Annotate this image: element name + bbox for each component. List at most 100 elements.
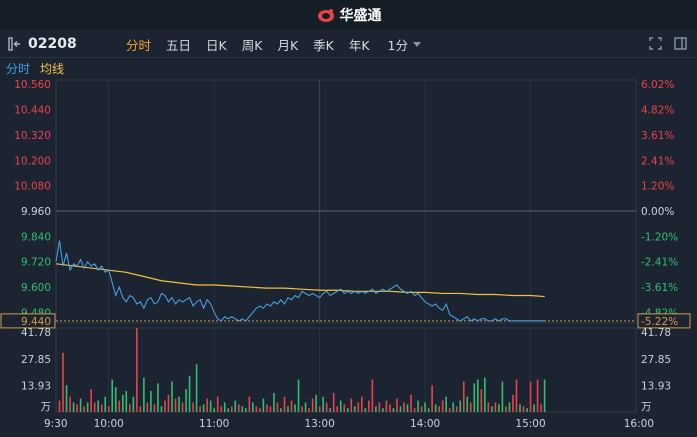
volume-bar [543,379,546,412]
volume-bar [248,396,251,412]
percent-tick-label: 6.02% [641,79,674,91]
volume-bar [445,396,447,412]
volume-bar [143,377,145,412]
volume-bar [455,406,458,412]
volume-bar [301,406,303,412]
time-tick-label: 10:00 [94,418,124,430]
volume-unit-label: 万 [641,401,652,413]
volume-bar [223,402,226,412]
volume-tick-label: 27.85 [21,354,51,366]
volume-bar [308,408,310,412]
volume-bar [139,406,142,412]
volume-bar [540,404,542,412]
volume-bar [519,404,521,412]
volume-bar [498,404,500,412]
intraday-chart[interactable]: 10.560 6.02% 10.440 4.82% 10.320 3.61% 10.200 2… [0,0,697,437]
volume-bar [227,408,230,412]
volume-tick-label: 27.85 [641,354,671,366]
price-tick-label: 9.840 [21,231,51,243]
volume-bar [431,385,433,412]
volume-bar [157,383,159,412]
volume-bar [466,396,469,412]
volume-bar [318,406,321,412]
volume-bar [480,389,483,412]
volume-bar [202,404,205,412]
volume-bar [508,402,511,412]
volume-bar [86,402,89,412]
volume-bar [491,406,493,412]
volume-bar [353,406,356,412]
volume-bar [304,402,307,412]
volume-bar [209,400,212,412]
volume-bar [185,389,187,412]
time-tick-label: 14:00 [410,418,440,430]
volume-bar [90,389,92,412]
time-tick-label: 16:00 [624,418,654,430]
volume-bar [382,408,384,412]
volume-bar [188,375,191,412]
volume-bar [100,404,103,412]
volume-bar [339,400,342,412]
volume-bar [72,402,75,412]
volume-bar [399,406,402,412]
volume-bar [107,406,110,412]
volume-bar [346,408,349,412]
volume-bar [195,364,198,412]
volume-bar [65,385,68,412]
volume-bar [283,396,286,412]
volume-bar [129,404,131,412]
time-tick-label: 13:00 [305,418,335,430]
volume-bar [357,402,360,412]
volume-bar [512,394,514,412]
volume-bar [58,400,61,412]
volume-bar [336,406,339,412]
volume-bar [448,408,451,412]
volume-bar [526,408,528,412]
volume-bar [505,406,507,412]
volume-bar [410,394,412,412]
volume-bar [259,408,261,412]
volume-bar [69,396,71,412]
price-tick-label: 10.320 [14,130,51,142]
price-tick-label: 10.080 [14,181,51,193]
volume-bar [178,396,180,412]
volume-bar [164,400,166,412]
percent-tick-label: 3.61% [641,130,674,142]
percent-tick-label: -2.41% [641,257,678,269]
volume-bar [494,402,497,412]
volume-bar [167,394,170,412]
volume-bar [392,408,395,412]
volume-bar [276,402,279,412]
volume-bar [484,377,486,412]
volume-panel-border [55,327,637,413]
time-tick-label: 9:30 [44,418,68,430]
volume-bar [375,406,377,412]
volume-bar [104,396,107,412]
volume-bar [213,408,215,412]
volume-bar [462,381,465,412]
volume-bar [350,398,353,412]
volume-bar [230,406,233,412]
volume-bar [403,402,405,412]
volume-bar [389,404,391,412]
volume-bar [171,381,173,412]
volume-bar [216,396,219,412]
volume-bar [361,396,363,412]
minute-price-line [55,240,545,322]
volume-bar [315,394,317,412]
volume-tick-label: 41.78 [641,327,671,339]
volume-bar [322,396,324,412]
volume-bar [438,406,440,412]
price-tick-label: 10.560 [14,79,51,91]
volume-bar [417,400,419,412]
volume-bar [273,392,275,412]
volume-bar [192,402,194,412]
volume-bar [452,402,455,412]
percent-tick-label: 0.00% [641,206,674,218]
volume-bar [529,381,532,412]
volume-bar [287,406,289,412]
volume-bar [413,408,416,412]
percent-tick-label: -1.20% [641,231,678,243]
volume-bar [132,396,135,412]
volume-bar [522,406,525,412]
